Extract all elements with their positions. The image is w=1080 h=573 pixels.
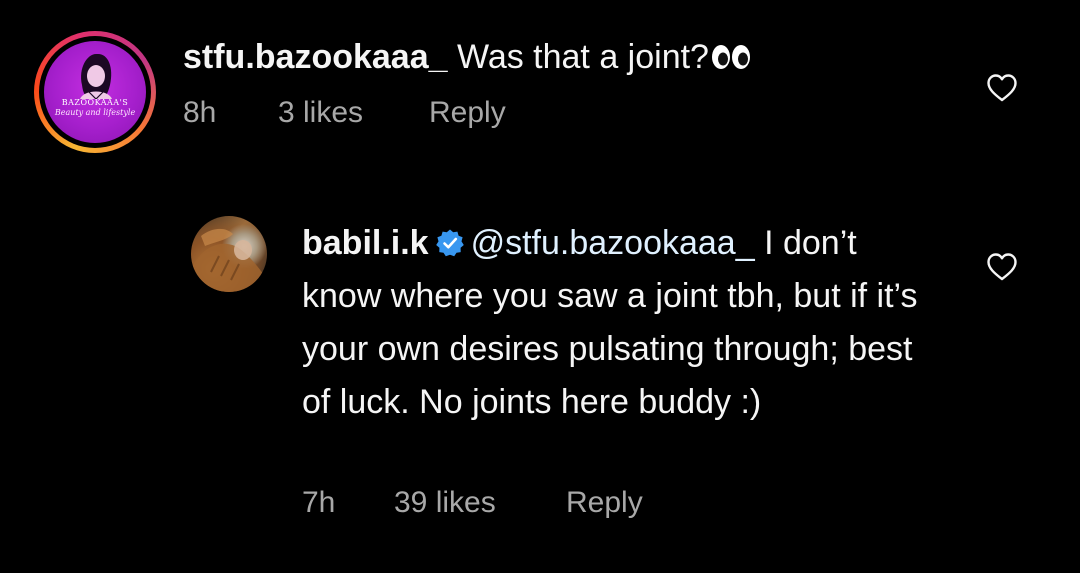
heart-outline-icon[interactable] <box>986 252 1018 282</box>
avatar[interactable] <box>191 216 267 292</box>
avatar-photo <box>191 228 265 292</box>
reply-time: 7h <box>302 486 336 519</box>
avatar-brand-subtitle: Beauty and lifestyle <box>54 108 136 117</box>
comment-likes-count[interactable]: 3 likes <box>278 96 363 130</box>
comment-username[interactable]: stfu.bazookaaa_ <box>183 38 448 76</box>
comment-text: Was that a joint? <box>456 38 709 76</box>
reply: babil.i.k @stfu.bazookaaa_ I don’t know … <box>0 190 1080 573</box>
avatar[interactable]: BAZOOKAAA'S Beauty and lifestyle <box>34 31 156 153</box>
heart-outline-icon[interactable] <box>986 73 1018 103</box>
eyes-emoji-icon <box>711 45 750 69</box>
reply-button[interactable]: Reply <box>566 486 643 520</box>
reply-username[interactable]: babil.i.k <box>302 224 429 262</box>
comment-text-line: stfu.bazookaaa_ Was that a joint? <box>183 36 751 78</box>
reply-text-block: babil.i.k @stfu.bazookaaa_ I don’t know … <box>302 217 942 429</box>
reply-likes-count[interactable]: 39 likes <box>394 486 496 520</box>
avatar-brand-title: BAZOOKAAA'S <box>61 98 129 107</box>
comment: BAZOOKAAA'S Beauty and lifestyle stfu.ba… <box>0 0 1080 180</box>
comment-time: 8h <box>183 96 217 129</box>
avatar-logo-icon <box>80 53 112 100</box>
reply-mention[interactable]: @stfu.bazookaaa_ <box>471 224 755 262</box>
reply-button[interactable]: Reply <box>429 96 506 130</box>
verified-badge-icon <box>435 229 464 257</box>
